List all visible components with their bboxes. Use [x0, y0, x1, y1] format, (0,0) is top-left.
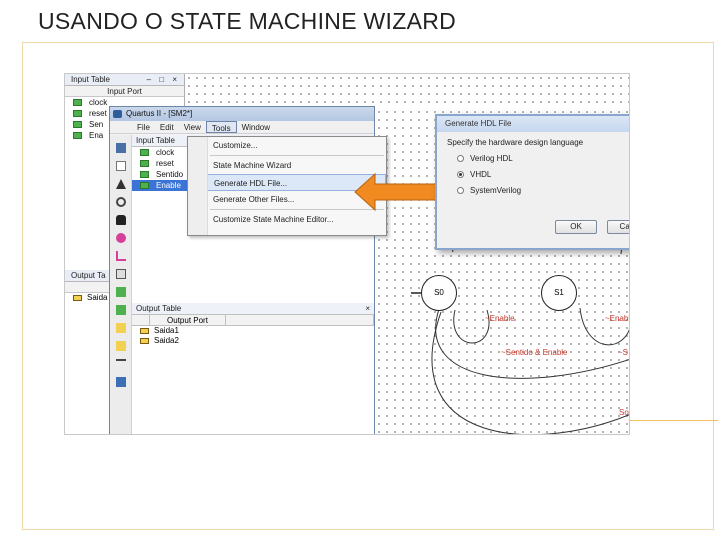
column-header: Input Port	[65, 86, 184, 97]
menu-item-customize-editor[interactable]: Customize State Machine Editor...	[188, 211, 386, 228]
state-diagram-edges	[411, 224, 629, 434]
back-window-title: Input Table – □ ×	[65, 74, 184, 86]
save-icon[interactable]	[115, 143, 126, 153]
transition-label: So	[619, 408, 629, 417]
radio-button-icon[interactable]	[457, 187, 464, 194]
input-pin-icon	[140, 171, 149, 178]
decorative-line	[628, 420, 718, 421]
quartus-title-bar: Quartus II - [SM2*]	[110, 107, 374, 121]
row-header-cell	[132, 315, 150, 325]
menu-tools[interactable]: Tools	[205, 121, 237, 133]
menu-item-customize[interactable]: Customize...	[188, 137, 386, 154]
state-s0[interactable]: S0	[421, 275, 457, 311]
zoom-icon[interactable]	[115, 197, 126, 207]
radio-systemverilog[interactable]: SystemVerilog	[447, 186, 629, 195]
quartus-app-icon	[113, 110, 122, 118]
dialog-title: Generate HDL File x	[437, 116, 629, 132]
input-pin-icon	[140, 182, 149, 189]
equation-icon[interactable]	[115, 359, 126, 369]
transition-label: ~S	[618, 348, 629, 357]
transition-tool-icon[interactable]	[115, 251, 126, 261]
column-header: Output Port	[150, 315, 226, 325]
close-icon[interactable]: ×	[365, 303, 370, 315]
state-s1[interactable]: S1	[541, 275, 577, 311]
output-pin-icon	[140, 338, 149, 344]
canvas-strip	[185, 74, 629, 106]
input-pin-icon	[73, 121, 82, 128]
menu-separator	[210, 155, 384, 156]
menu-view[interactable]: View	[179, 121, 206, 133]
output-port-icon[interactable]	[115, 323, 126, 333]
state-s1-label: S1	[554, 288, 564, 297]
menu-edit[interactable]: Edit	[155, 121, 179, 133]
state-s0-label: S0	[434, 288, 444, 297]
output-port-icon[interactable]	[115, 341, 126, 351]
window-controls[interactable]: – □ ×	[147, 74, 180, 86]
transition-label: ~Enable	[605, 314, 629, 323]
output-table: Output Table × Output Port Saida1 Saida2	[132, 303, 374, 346]
menu-file[interactable]: File	[132, 121, 155, 133]
wizard-icon[interactable]	[115, 377, 126, 387]
dialog-body: Specify the hardware design language Ver…	[437, 132, 629, 201]
menu-window[interactable]: Window	[237, 121, 275, 133]
radio-button-selected-icon[interactable]	[457, 171, 464, 178]
state-tool-icon[interactable]	[115, 233, 126, 243]
output-row[interactable]: Saida1	[132, 326, 374, 336]
menubar: File Edit View Tools Window	[110, 121, 374, 134]
cancel-button[interactable]: Cancel	[607, 220, 629, 234]
output-table-title: Output Table ×	[132, 303, 374, 315]
ok-button[interactable]: OK	[555, 220, 597, 234]
generate-hdl-dialog: Generate HDL File x Specify the hardware…	[435, 114, 629, 250]
select-pointer-icon[interactable]	[115, 179, 126, 189]
output-pin-icon	[73, 295, 82, 301]
vertical-toolbar	[110, 135, 132, 434]
input-pin-icon	[73, 99, 82, 106]
output-row[interactable]: Saida2	[132, 336, 374, 346]
screenshot-area: S0 S1 ~Enable ~Enable ~Sentido & Enable …	[64, 73, 630, 435]
highlight-arrow	[354, 172, 444, 212]
slide-title: USANDO O STATE MACHINE WIZARD	[38, 8, 457, 34]
dialog-prompt: Specify the hardware design language	[447, 138, 584, 147]
input-pin-icon	[140, 149, 149, 156]
menu-gutter	[188, 137, 208, 235]
table-icon[interactable]	[115, 161, 126, 171]
radio-verilog[interactable]: Verilog HDL	[447, 154, 629, 163]
input-pin-icon	[73, 110, 82, 117]
input-port-icon[interactable]	[115, 287, 126, 297]
transition-label: ~Sentido & Enable	[501, 348, 568, 357]
output-pin-icon	[140, 328, 149, 334]
slide: USANDO O STATE MACHINE WIZARD S0 S1 ~Ena…	[0, 0, 720, 540]
radio-vhdl[interactable]: VHDL	[447, 170, 629, 179]
input-pin-icon	[73, 132, 82, 139]
input-pin-icon	[140, 160, 149, 167]
hand-icon[interactable]	[115, 215, 126, 225]
output-table-header: Output Port	[132, 315, 374, 326]
radio-button-icon[interactable]	[457, 155, 464, 162]
transition-label: ~Enable	[485, 314, 515, 323]
grid-icon[interactable]	[115, 269, 126, 279]
empty-header-cell	[226, 315, 374, 325]
input-port-icon[interactable]	[115, 305, 126, 315]
